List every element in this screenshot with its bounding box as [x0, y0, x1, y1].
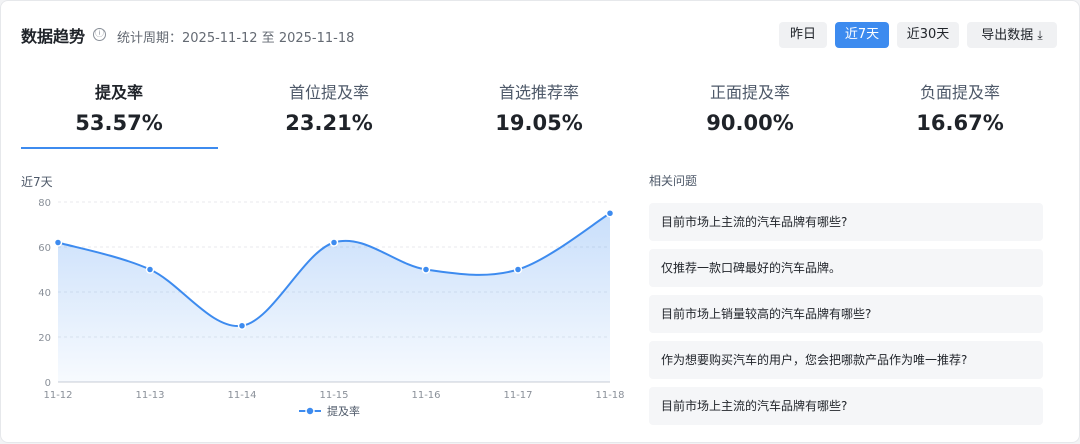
data-point	[421, 265, 431, 274]
download-icon: ⤓	[1037, 28, 1043, 42]
related-questions-title: 相关问题	[649, 174, 698, 188]
x-tick-label: 11-15	[319, 390, 348, 401]
export-label: 导出数据	[981, 28, 1034, 43]
metric-label: 正面提及率	[709, 83, 790, 102]
data-point	[605, 209, 615, 218]
y-tick-label: 40	[38, 288, 51, 299]
legend-label: 提及率	[327, 404, 360, 418]
metric-value: 90.00%	[706, 111, 794, 135]
data-point	[53, 238, 63, 247]
data-trend-card: 数据趋势 ⓘ 统计周期：2025-11-12 至 2025-11-18 昨日 近…	[0, 0, 1080, 443]
x-tick-label: 11-18	[595, 390, 624, 401]
trend-chart: 0 20 40 60 80 11-12 11-13 11-14 11-15 11-16 11-17 1…	[38, 198, 624, 418]
data-point	[513, 265, 523, 274]
metric-negative-mention-rate[interactable]: 负面提及率 16.67%	[862, 79, 1058, 135]
data-point	[237, 321, 247, 330]
data-point	[329, 238, 339, 247]
y-tick-label: 20	[38, 333, 51, 344]
range-yesterday-button[interactable]: 昨日	[779, 22, 827, 48]
related-question-item[interactable]: 仅推荐一款口碑最好的汽车品牌。	[649, 249, 1043, 287]
metric-value: 16.67%	[916, 111, 1004, 135]
x-tick-label: 11-12	[43, 390, 72, 401]
related-question-item[interactable]: 目前市场上主流的汽车品牌有哪些?	[649, 203, 1043, 241]
y-tick-label: 80	[38, 198, 51, 209]
export-data-button[interactable]: 导出数据 ⤓	[967, 22, 1057, 48]
y-tick-label: 60	[38, 243, 51, 254]
related-question-item[interactable]: 目前市场上销量较高的汽车品牌有哪些?	[649, 295, 1043, 333]
x-tick-label: 11-14	[227, 390, 256, 401]
y-tick-label: 0	[45, 378, 51, 389]
x-tick-label: 11-13	[135, 390, 164, 401]
range-30days-button[interactable]: 近30天	[897, 22, 959, 48]
related-question-item[interactable]: 目前市场上主流的汽车品牌有哪些?	[649, 387, 1043, 425]
metric-label: 负面提及率	[919, 83, 1000, 102]
data-point	[145, 265, 155, 274]
range-7days-button[interactable]: 近7天	[835, 22, 889, 48]
legend-marker	[305, 406, 315, 416]
x-tick-label: 11-17	[503, 390, 532, 401]
x-tick-label: 11-16	[411, 390, 440, 401]
related-question-item[interactable]: 作为想要购买汽车的用户，您会把哪款产品作为唯一推荐?	[649, 341, 1043, 379]
metric-positive-mention-rate[interactable]: 正面提及率 90.00%	[652, 79, 848, 135]
